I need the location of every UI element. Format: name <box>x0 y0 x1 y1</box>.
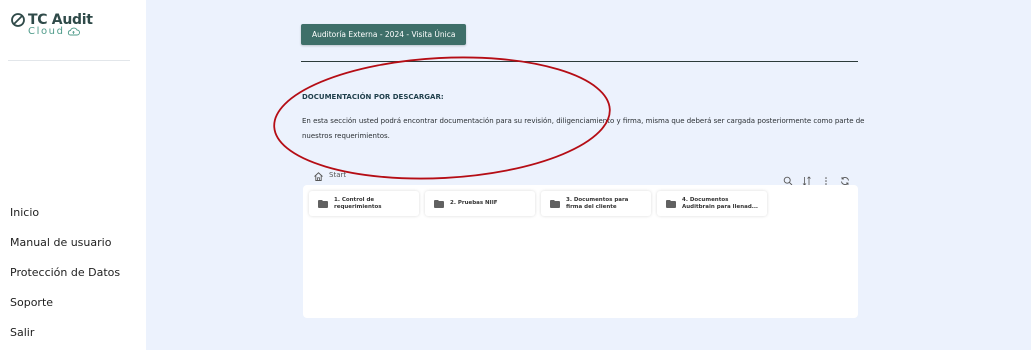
folder-icon <box>318 199 328 208</box>
folder-label: 3. Documentos para firma del cliente <box>566 196 629 210</box>
sidebar-item-soporte[interactable]: Soporte <box>10 288 120 318</box>
folder-label: 1. Control de requerimientos <box>334 196 382 210</box>
more-vertical-icon[interactable] <box>821 171 831 185</box>
tab-underline <box>301 61 858 62</box>
folder-item[interactable]: 4. Documentos Auditbrain para llenad... <box>657 191 767 216</box>
folder-icon <box>550 199 560 208</box>
sidebar-item-proteccion-datos[interactable]: Protección de Datos <box>10 258 120 288</box>
folder-item[interactable]: 3. Documentos para firma del cliente <box>541 191 651 216</box>
folder-label: 4. Documentos Auditbrain para llenad... <box>682 196 759 210</box>
section-title: DOCUMENTACIÓN POR DESCARGAR: <box>302 93 444 101</box>
sort-icon[interactable] <box>802 171 812 186</box>
sidebar-item-salir[interactable]: Salir <box>10 318 120 348</box>
refresh-icon[interactable] <box>840 171 850 185</box>
logo-icon <box>11 13 25 27</box>
audit-tab-button[interactable]: Auditoría Externa - 2024 - Visita Única <box>301 24 467 45</box>
file-manager-toolbar: Start <box>303 169 858 186</box>
logo-subtitle: Cloud <box>28 26 65 37</box>
logo[interactable]: TC Audit Cloud <box>10 12 93 37</box>
folder-icon <box>666 199 676 208</box>
sidebar-nav: Inicio Manual de usuario Protección de D… <box>10 198 120 348</box>
sidebar-item-manual-usuario[interactable]: Manual de usuario <box>10 228 120 258</box>
section-description: En esta sección usted podrá encontrar do… <box>302 117 865 140</box>
sidebar: TC Audit Cloud Inicio Manual de usuario … <box>0 0 146 350</box>
sidebar-divider <box>8 60 130 61</box>
sidebar-item-inicio[interactable]: Inicio <box>10 198 120 228</box>
cloud-icon <box>67 27 80 36</box>
search-icon[interactable] <box>783 171 793 186</box>
home-icon[interactable] <box>313 171 324 182</box>
folder-icon <box>434 199 444 208</box>
folder-label: 2. Pruebas NIIF <box>450 200 498 206</box>
file-manager-panel: 1. Control de requerimientos 2. Pruebas … <box>303 185 858 318</box>
folder-item[interactable]: 1. Control de requerimientos <box>309 191 419 216</box>
folder-item[interactable]: 2. Pruebas NIIF <box>425 191 535 216</box>
main-content: Auditoría Externa - 2024 - Visita Única … <box>146 0 1031 350</box>
breadcrumb[interactable]: Start <box>329 171 346 179</box>
